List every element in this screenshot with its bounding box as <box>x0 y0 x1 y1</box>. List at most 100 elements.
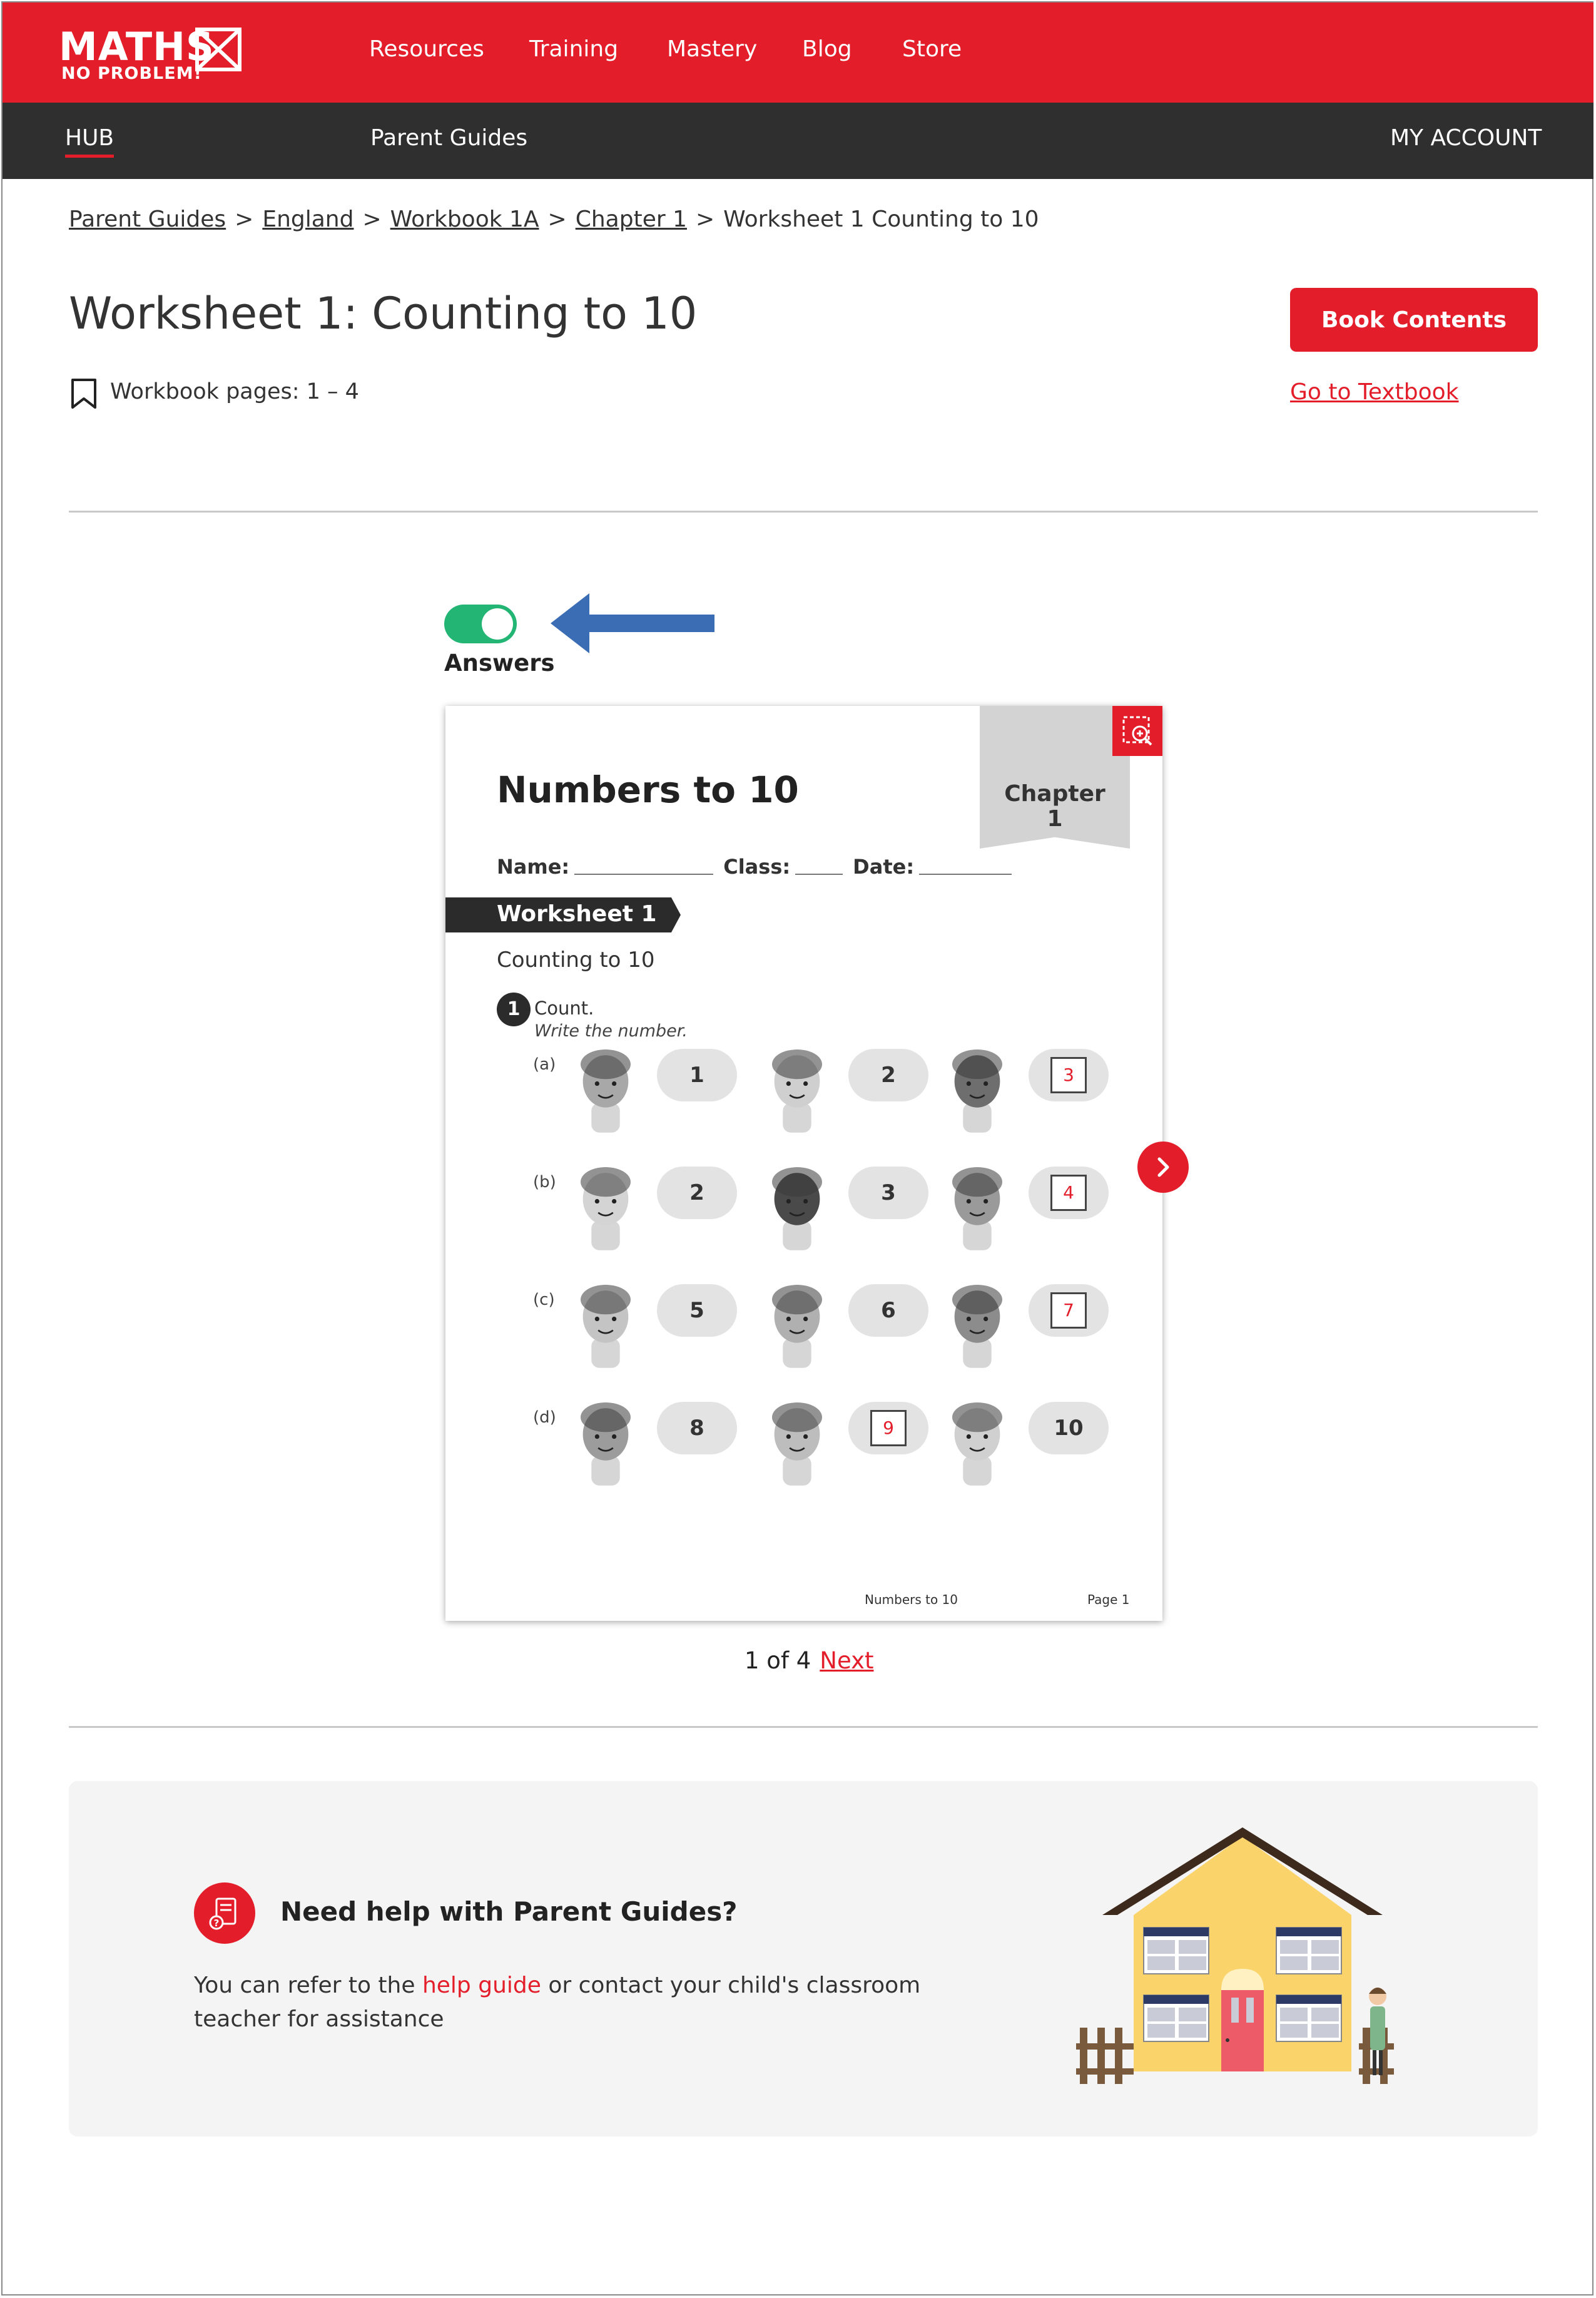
book-contents-button[interactable]: Book Contents <box>1290 288 1538 352</box>
child-face-icon <box>772 1167 822 1250</box>
count-number: 6 <box>881 1298 896 1323</box>
answer-box: 3 <box>1050 1057 1087 1093</box>
count-number: 8 <box>689 1416 704 1441</box>
house-illustration <box>1076 1827 1394 2084</box>
workbook-pages: Workbook pages: 1 – 4 <box>110 379 359 404</box>
instruction-count: Count. <box>534 998 594 1019</box>
nav-store[interactable]: Store <box>902 36 962 62</box>
worksheet-banner: Worksheet 1 <box>445 897 681 932</box>
speech-bubble: 5 <box>657 1284 737 1337</box>
date-label: Date: <box>853 855 915 879</box>
next-link[interactable]: Next <box>820 1647 873 1674</box>
speech-bubble: 7 <box>1029 1284 1109 1337</box>
help-title: Need help with Parent Guides? <box>280 1896 738 1927</box>
help-text: You can refer to the help guide or conta… <box>194 1969 1007 2036</box>
answers-toggle-label: Answers <box>444 650 555 677</box>
breadcrumb-england[interactable]: England <box>262 207 353 232</box>
worksheet-banner-text: Worksheet 1 <box>497 901 657 927</box>
logo-line-2: NO PROBLEM! <box>61 64 202 83</box>
count-number: 2 <box>881 1063 896 1088</box>
speech-bubble: 2 <box>657 1167 737 1219</box>
child-face-icon <box>772 1402 822 1486</box>
count-number: 3 <box>881 1180 896 1205</box>
worksheet-page: Chapter 1 Numbers to 10 Name: Class: Date:… <box>445 706 1162 1621</box>
toggle-knob <box>482 608 513 640</box>
chapter-ribbon: Chapter 1 <box>980 706 1130 849</box>
page-status: 1 of 4 <box>745 1647 811 1674</box>
question-number: 1 <box>497 993 531 1026</box>
nav-resources[interactable]: Resources <box>369 36 484 62</box>
child-face-icon <box>952 1167 1002 1250</box>
divider <box>69 1726 1538 1728</box>
child-face-icon <box>952 1049 1002 1133</box>
breadcrumb-workbook[interactable]: Workbook 1A <box>390 207 539 232</box>
help-guide-link[interactable]: help guide <box>422 1973 541 1998</box>
subnav-hub[interactable]: HUB <box>65 125 114 151</box>
breadcrumb-parent-guides[interactable]: Parent Guides <box>69 207 226 232</box>
nav-blog[interactable]: Blog <box>802 36 852 62</box>
speech-bubble: 4 <box>1029 1167 1109 1219</box>
name-class-date-row: Name: Class: Date: <box>497 855 1022 879</box>
name-line <box>574 874 714 875</box>
class-line <box>795 874 843 875</box>
arrow-left-icon <box>551 593 714 653</box>
worksheet-footer-page: Page 1 <box>1087 1592 1130 1607</box>
name-label: Name: <box>497 855 570 879</box>
instruction-write: Write the number. <box>534 1021 688 1041</box>
answer-box: 4 <box>1050 1175 1087 1211</box>
count-number: 5 <box>689 1298 704 1323</box>
class-label: Class: <box>723 855 791 879</box>
speech-bubble: 6 <box>848 1284 928 1337</box>
nav-training[interactable]: Training <box>529 36 618 62</box>
divider <box>69 511 1538 513</box>
row-label: (c) <box>533 1290 555 1309</box>
breadcrumb-current: Worksheet 1 Counting to 10 <box>723 207 1039 232</box>
zoom-button[interactable] <box>1112 706 1162 756</box>
breadcrumb-separator: > <box>547 207 567 232</box>
speech-bubble: 9 <box>848 1402 928 1454</box>
child-face-icon <box>952 1285 1002 1368</box>
row-label: (a) <box>533 1055 556 1074</box>
answers-toggle[interactable] <box>444 605 517 643</box>
nav-mastery[interactable]: Mastery <box>667 36 757 62</box>
row-label: (b) <box>533 1173 556 1192</box>
logo-line-1: MATHS <box>59 24 215 69</box>
speech-bubble: 3 <box>1029 1049 1109 1101</box>
logo-mark-icon <box>195 28 241 71</box>
page-title: Worksheet 1: Counting to 10 <box>69 288 698 339</box>
help-text-before: You can refer to the <box>194 1973 422 1998</box>
breadcrumb-separator: > <box>235 207 254 232</box>
worksheet-footer-title: Numbers to 10 <box>865 1592 958 1607</box>
child-face-icon <box>581 1167 631 1250</box>
chevron-right-icon <box>1157 1157 1169 1177</box>
help-document-icon: ? <box>209 1897 236 1930</box>
speech-bubble: 1 <box>657 1049 737 1101</box>
date-line <box>919 874 1012 875</box>
chapter-number: 1 <box>1047 806 1063 832</box>
next-page-button[interactable] <box>1137 1141 1189 1193</box>
breadcrumb-chapter[interactable]: Chapter 1 <box>576 207 687 232</box>
go-to-textbook-link[interactable]: Go to Textbook <box>1290 379 1459 405</box>
breadcrumb: Parent Guides > England > Workbook 1A > Chapte… <box>69 207 1039 232</box>
pagination: 1 of 4 Next <box>745 1647 873 1674</box>
speech-bubble: 2 <box>848 1049 928 1101</box>
zoom-icon <box>1122 716 1152 746</box>
bookmark-icon <box>71 379 96 409</box>
child-face-icon <box>581 1402 631 1486</box>
active-tab-indicator <box>65 155 114 158</box>
child-face-icon <box>952 1402 1002 1486</box>
speech-bubble: 3 <box>848 1167 928 1219</box>
count-number: 1 <box>689 1063 704 1088</box>
answer-box: 9 <box>870 1410 907 1446</box>
count-number: 2 <box>689 1180 704 1205</box>
child-face-icon <box>772 1285 822 1368</box>
breadcrumb-separator: > <box>362 207 382 232</box>
svg-text:?: ? <box>214 1918 220 1929</box>
chapter-word: Chapter <box>1004 781 1106 807</box>
help-icon-circle: ? <box>194 1882 255 1944</box>
child-face-icon <box>581 1285 631 1368</box>
my-account-link[interactable]: MY ACCOUNT <box>1390 125 1542 151</box>
child-face-icon <box>772 1049 822 1133</box>
speech-bubble: 10 <box>1029 1402 1109 1454</box>
subnav-parent-guides[interactable]: Parent Guides <box>370 125 527 151</box>
